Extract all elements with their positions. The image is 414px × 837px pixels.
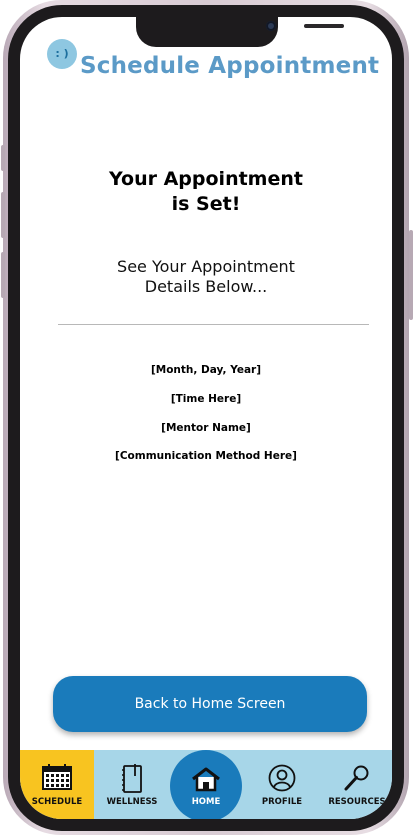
nav-profile[interactable]: PROFILE [250, 750, 314, 819]
power-button [409, 230, 413, 320]
app-logo: : ) [47, 39, 77, 69]
page-title: Schedule Appointment [80, 53, 380, 79]
nav-resources-label: RESOURCES [328, 797, 386, 807]
appointment-time: [Time Here] [170, 393, 242, 405]
confirmation-heading: Your Appointment is Set! [20, 167, 392, 217]
house-icon [192, 767, 220, 792]
back-to-home-button[interactable]: Back to Home Screen [53, 676, 367, 732]
nav-schedule-label: SCHEDULE [31, 797, 83, 807]
user-circle-icon [268, 764, 296, 792]
speaker-grille [304, 24, 344, 28]
nav-wellness-label: WELLNESS [106, 797, 158, 807]
confirmation-subtext-line1: See Your Appointment [117, 257, 295, 276]
notch [136, 17, 344, 47]
phone-mockup: : ) Schedule Appointment Your Appointmen… [0, 0, 414, 837]
nav-home[interactable]: HOME [170, 750, 242, 819]
mentor-name: [Mentor Name] [161, 422, 251, 434]
side-button [1, 192, 5, 238]
magnifier-icon [344, 765, 369, 791]
camera-icon [266, 21, 276, 31]
appointment-date: [Month, Day, Year] [150, 364, 262, 376]
notebook-icon [122, 764, 142, 793]
nav-profile-label: PROFILE [261, 797, 303, 807]
confirmation-subtext: See Your Appointment Details Below... [20, 257, 392, 297]
confirmation-heading-line1: Your Appointment [109, 168, 303, 190]
side-button [1, 252, 5, 298]
nav-schedule[interactable]: SCHEDULE [20, 750, 94, 819]
communication-method: [Communication Method Here] [115, 450, 297, 462]
divider [58, 324, 369, 325]
confirmation-subtext-line2: Details Below... [144, 277, 268, 296]
nav-wellness[interactable]: WELLNESS [100, 750, 164, 819]
side-button [1, 145, 5, 171]
nav-resources[interactable]: RESOURCES [322, 750, 392, 819]
nav-home-label: HOME [191, 797, 221, 807]
confirmation-heading-line2: is Set! [171, 193, 241, 215]
app-screen: : ) Schedule Appointment Your Appointmen… [20, 17, 392, 819]
calendar-icon [42, 764, 72, 790]
